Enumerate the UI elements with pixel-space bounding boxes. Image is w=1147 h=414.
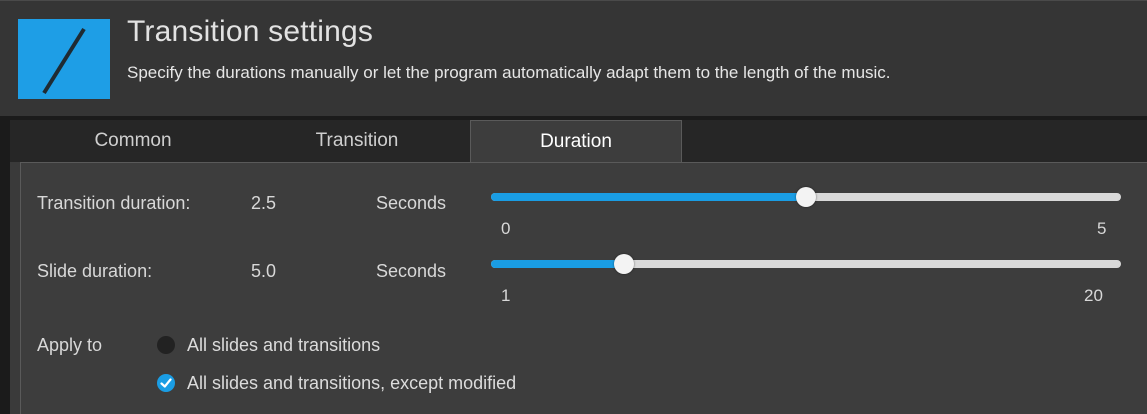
option-all-slides-label[interactable]: All slides and transitions (187, 335, 380, 356)
apply-to-label: Apply to (37, 335, 103, 355)
app-logo-icon (18, 19, 110, 99)
duration-panel: Transition duration: 2.5 Seconds 0 5 Sli… (20, 162, 1147, 414)
slide-duration-label: Slide duration: (37, 261, 153, 281)
slider-thumb[interactable] (614, 254, 634, 274)
transition-duration-label: Transition duration: (37, 193, 191, 213)
transition-duration-slider[interactable] (491, 185, 1121, 209)
left-edge (0, 120, 10, 414)
option-except-modified-label[interactable]: All slides and transitions, except modif… (187, 373, 516, 394)
slide-duration-min-label: 1 (501, 286, 511, 305)
slide-duration-slider[interactable] (491, 252, 1121, 276)
radio-except-modified[interactable] (157, 374, 175, 392)
tab-transition[interactable]: Transition (262, 120, 452, 162)
slide-duration-unit: Seconds (376, 261, 447, 281)
tab-bar: Common Transition Duration (10, 120, 1147, 164)
checkmark-icon (160, 378, 172, 388)
slide-duration-value: 5.0 (251, 261, 277, 281)
radio-all-slides[interactable] (157, 336, 175, 354)
slider-fill (491, 260, 624, 268)
dialog-header: Transition settings Specify the duration… (0, 0, 1147, 117)
slider-thumb[interactable] (796, 187, 816, 207)
dialog-title: Transition settings (127, 15, 374, 48)
dialog-subtitle: Specify the durations manually or let th… (127, 63, 891, 82)
tab-common[interactable]: Common (38, 120, 228, 162)
slide-duration-max-label: 20 (1084, 286, 1103, 305)
transition-duration-value: 2.5 (251, 193, 277, 213)
slider-fill (491, 193, 806, 201)
transition-duration-min-label: 0 (501, 219, 511, 238)
transition-duration-unit: Seconds (376, 193, 447, 213)
transition-duration-max-label: 5 (1097, 219, 1107, 238)
tab-duration[interactable]: Duration (470, 120, 682, 164)
